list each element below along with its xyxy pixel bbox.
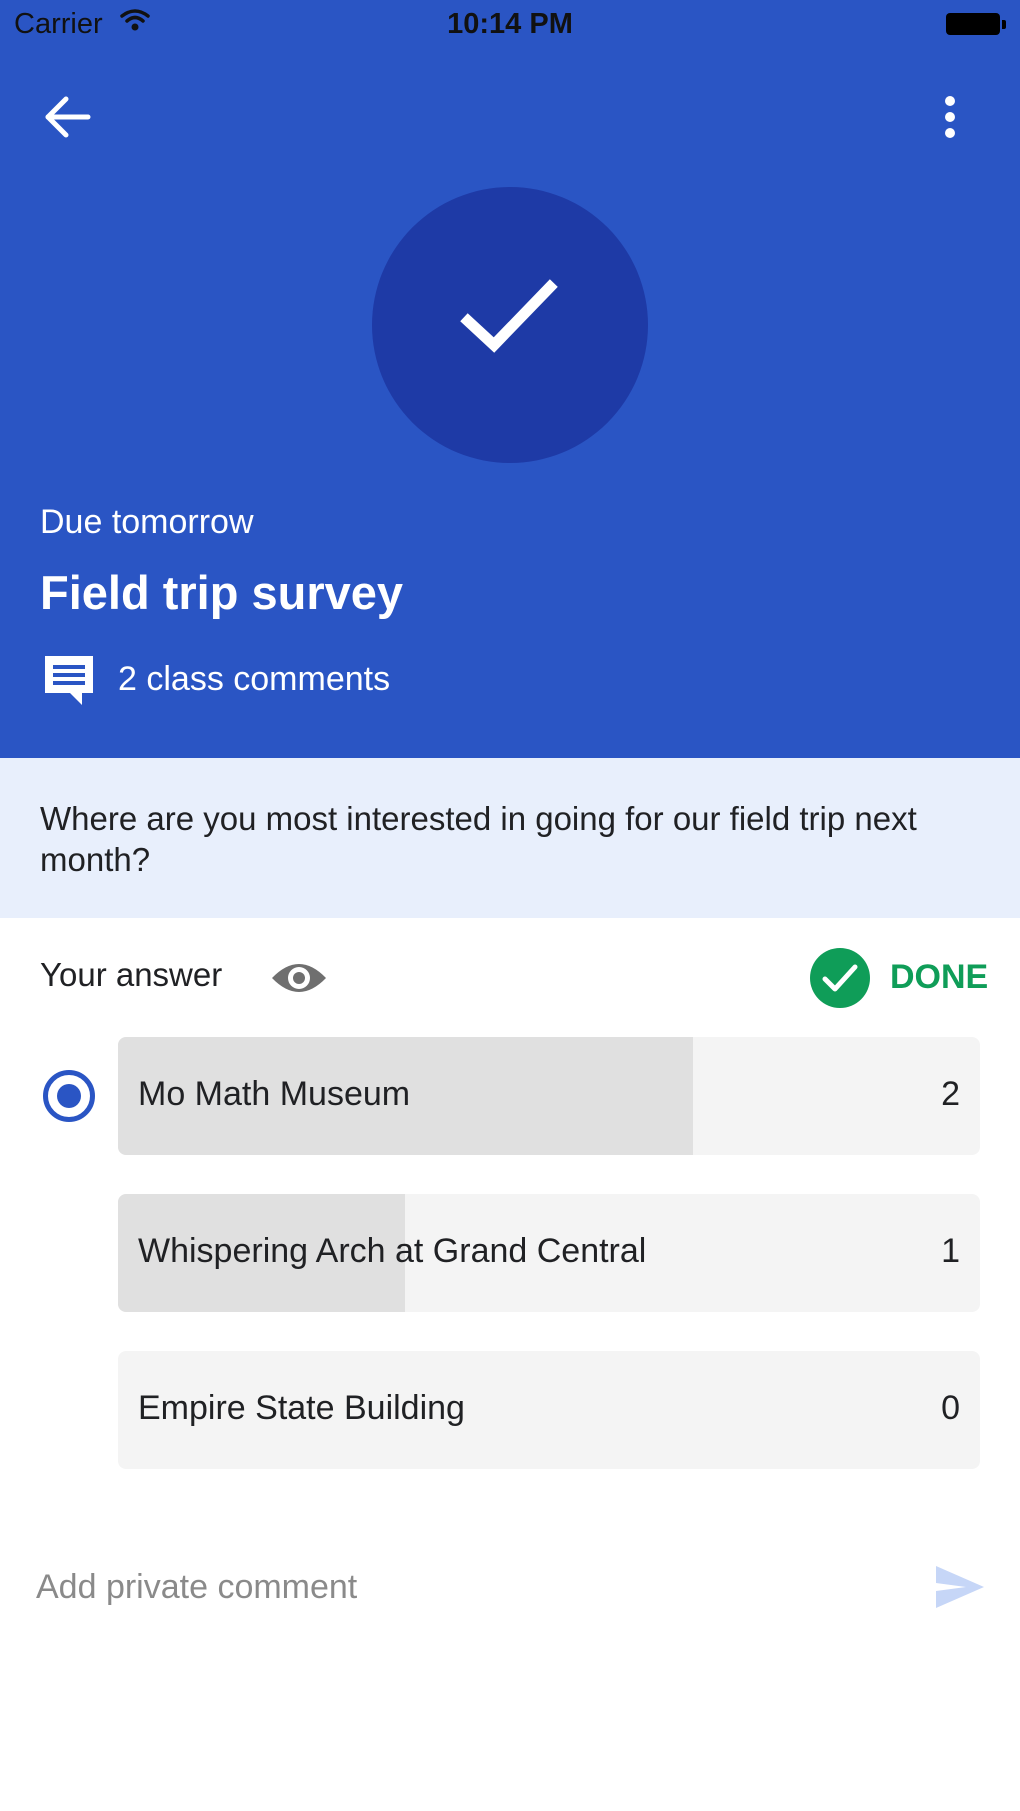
check-icon (822, 964, 858, 992)
check-icon (460, 279, 558, 353)
vote-count: 1 (941, 1232, 960, 1270)
send-icon[interactable] (934, 1564, 986, 1610)
completion-badge (372, 187, 648, 463)
eye-icon[interactable] (270, 956, 328, 1000)
due-date: Due tomorrow (40, 503, 254, 541)
vote-count: 0 (941, 1389, 960, 1427)
clock: 10:14 PM (447, 8, 573, 40)
question-text: Where are you most interested in going f… (40, 800, 917, 878)
assignment-header: Carrier 10:14 PM Due tomorrow Field trip… (0, 0, 1020, 758)
poll-option[interactable]: Whispering Arch at Grand Central 1 (118, 1194, 980, 1312)
check-circle-icon (810, 948, 870, 1008)
battery-icon (946, 13, 1006, 35)
option-label: Empire State Building (138, 1389, 465, 1427)
option-label: Whispering Arch at Grand Central (138, 1232, 647, 1270)
private-comment-input[interactable] (36, 1562, 896, 1612)
your-answer-label: Your answer (40, 956, 223, 993)
comment-icon[interactable] (42, 653, 96, 707)
class-comments-link[interactable]: 2 class comments (118, 660, 390, 699)
poll-option[interactable]: Mo Math Museum 2 (118, 1037, 980, 1155)
selected-radio[interactable] (43, 1070, 95, 1122)
arrow-back-icon[interactable] (40, 92, 100, 142)
option-label: Mo Math Museum (138, 1075, 411, 1113)
more-vert-icon[interactable] (930, 92, 970, 142)
vote-count: 2 (941, 1075, 960, 1113)
page-title: Field trip survey (40, 566, 404, 619)
status-bar: Carrier 10:14 PM (0, 0, 1020, 50)
poll-option[interactable]: Empire State Building 0 (118, 1351, 980, 1469)
status-done: DONE (890, 958, 989, 996)
question-panel: Where are you most interested in going f… (0, 758, 1020, 918)
